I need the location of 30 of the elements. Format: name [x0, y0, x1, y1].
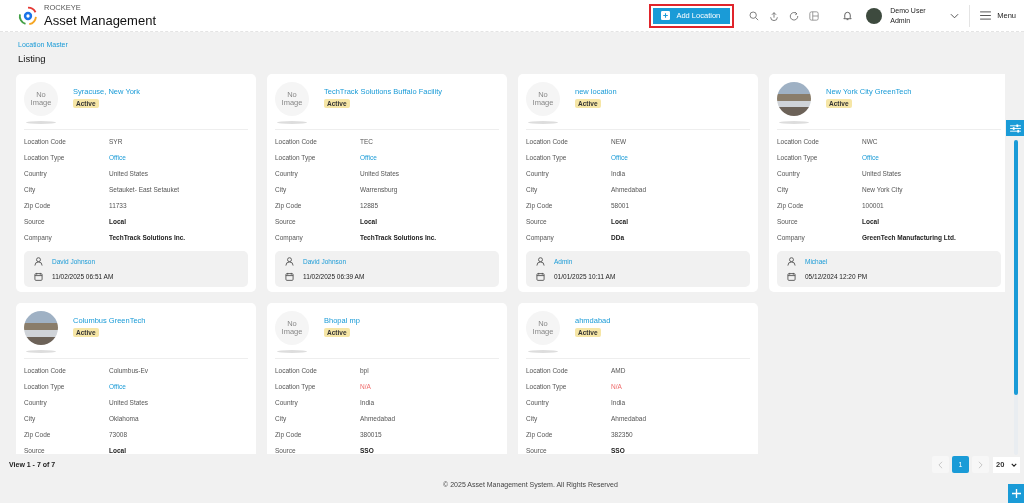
- refresh-icon[interactable]: [789, 10, 800, 21]
- calendar-icon: [34, 272, 43, 281]
- user-icon: [787, 257, 796, 266]
- add-button[interactable]: [1008, 484, 1024, 503]
- calendar-icon: [536, 272, 545, 281]
- plus-icon: [1011, 489, 1021, 498]
- search-icon[interactable]: [749, 10, 760, 21]
- layout-icon[interactable]: [809, 10, 820, 21]
- chevron-down-icon[interactable]: [950, 12, 960, 19]
- user-icon: [285, 257, 294, 266]
- bell-icon[interactable]: [842, 10, 854, 21]
- calendar-icon: [787, 272, 796, 281]
- menu-icon: [980, 11, 992, 20]
- user-icon: [536, 257, 545, 266]
- page-title: Listing: [18, 53, 47, 64]
- calendar-icon: [285, 272, 294, 281]
- upload-icon[interactable]: [769, 10, 780, 21]
- user-avatar[interactable]: [866, 7, 883, 24]
- sliders-icon: [1009, 123, 1021, 133]
- filter-button[interactable]: [1006, 120, 1024, 136]
- photo-placeholder: [24, 311, 58, 345]
- chevron-left-icon: [938, 460, 943, 469]
- chevron-down-icon: [1011, 462, 1017, 467]
- scrollbar-thumb[interactable]: [1014, 140, 1018, 395]
- gear-logo-icon: [18, 5, 38, 26]
- user-icon: [34, 257, 43, 266]
- chevron-right-icon: [978, 460, 983, 469]
- plus-icon: [661, 11, 671, 20]
- photo-placeholder: [777, 82, 811, 116]
- app-title: Asset Management: [44, 13, 156, 27]
